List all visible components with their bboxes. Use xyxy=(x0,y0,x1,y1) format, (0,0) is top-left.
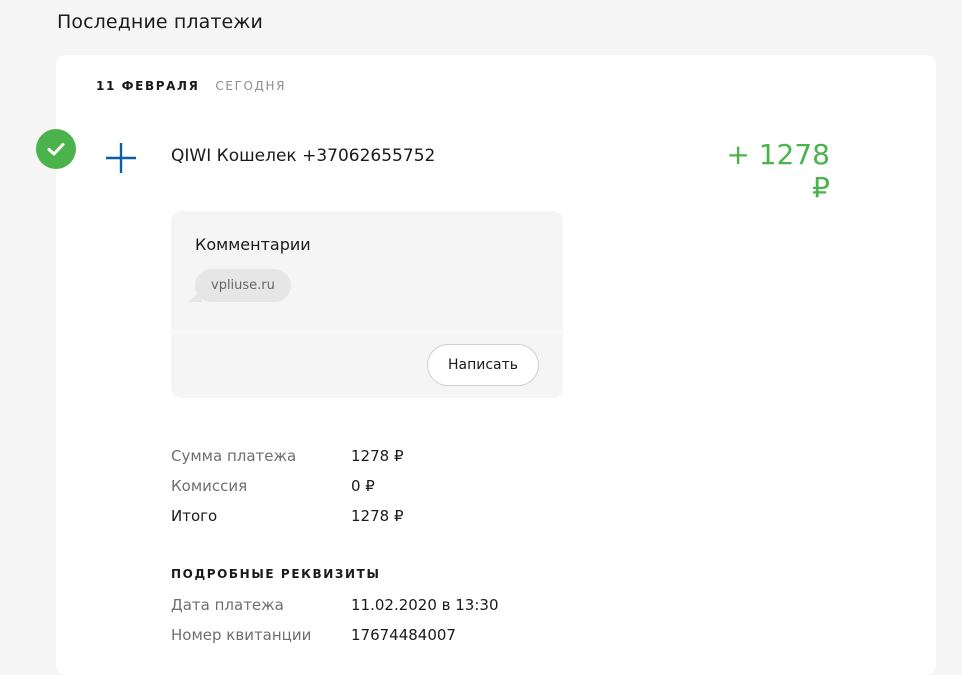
check-icon xyxy=(36,129,76,169)
summary-value: 1278 ₽ xyxy=(351,507,404,525)
details-title: Подробные реквизиты xyxy=(171,567,381,581)
summary-value: 1278 ₽ xyxy=(351,447,404,465)
date-relative-label: сегодня xyxy=(215,79,287,93)
details-label: Номер квитанции xyxy=(171,626,312,644)
plus-icon xyxy=(105,142,137,174)
date-header: 11 февраля сегодня xyxy=(96,79,286,93)
payment-amount: + 1278 ₽ xyxy=(726,138,830,204)
comments-panel: Комментарии vpliuse.ru Написать xyxy=(171,211,563,398)
details-label: Дата платежа xyxy=(171,596,284,614)
summary-row-total: Итого 1278 ₽ xyxy=(171,501,404,531)
summary-row-commission: Комиссия 0 ₽ xyxy=(171,471,404,501)
summary-row-amount: Сумма платежа 1278 ₽ xyxy=(171,441,404,471)
summary-label: Сумма платежа xyxy=(171,447,297,465)
comments-title: Комментарии xyxy=(195,235,311,254)
details-row-receipt: Номер квитанции 17674484007 xyxy=(171,620,499,650)
bubble-tail xyxy=(188,290,202,302)
details-row-date: Дата платежа 11.02.2020 в 13:30 xyxy=(171,590,499,620)
payment-summary: Сумма платежа 1278 ₽ Комиссия 0 ₽ Итого … xyxy=(171,441,404,531)
summary-value: 0 ₽ xyxy=(351,477,375,495)
details-value: 17674484007 xyxy=(351,626,456,644)
summary-label: Итого xyxy=(171,507,218,525)
comment-text: vpliuse.ru xyxy=(195,269,291,302)
details-list: Дата платежа 11.02.2020 в 13:30 Номер кв… xyxy=(171,590,499,650)
date-label: 11 февраля xyxy=(96,79,200,93)
payment-provider: QIWI Кошелек +37062655752 xyxy=(171,146,436,166)
summary-label: Комиссия xyxy=(171,477,248,495)
details-value: 11.02.2020 в 13:30 xyxy=(351,596,499,614)
write-comment-button[interactable]: Написать xyxy=(427,344,539,386)
page-title: Последние платежи xyxy=(57,11,263,33)
comment-bubble: vpliuse.ru xyxy=(188,269,291,302)
